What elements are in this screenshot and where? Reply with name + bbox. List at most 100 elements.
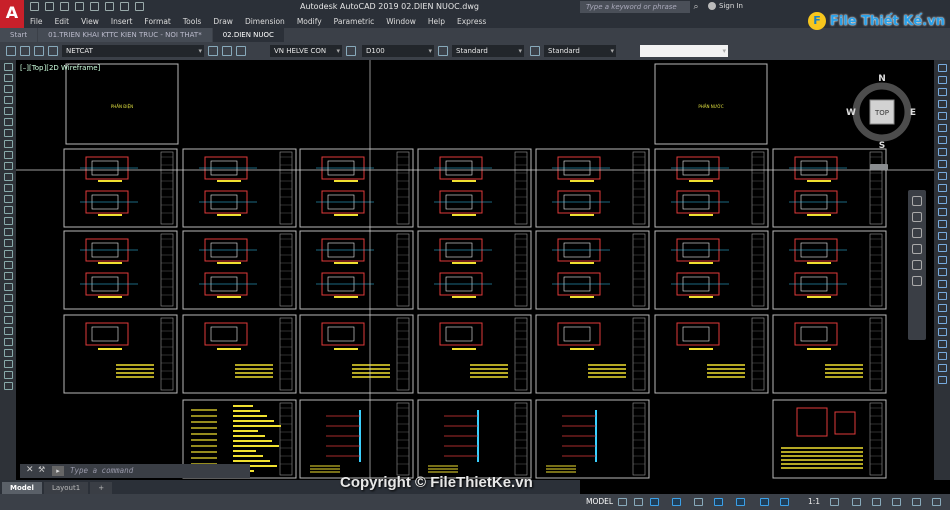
redo-icon[interactable] <box>120 2 129 11</box>
bulb-icon[interactable] <box>20 46 30 56</box>
scale-icon[interactable] <box>3 360 13 368</box>
hardware-acceleration-icon[interactable] <box>912 498 921 506</box>
line-icon[interactable] <box>3 63 13 71</box>
save-as-icon[interactable] <box>75 2 84 11</box>
menu-draw[interactable]: Draw <box>207 17 239 26</box>
layer-properties-icon[interactable] <box>6 46 16 56</box>
rotate-icon[interactable] <box>3 349 13 357</box>
layer-icon[interactable] <box>937 340 947 348</box>
search-input[interactable]: Type a keyword or phrase <box>580 1 690 13</box>
showmotion-icon[interactable] <box>912 260 922 270</box>
dimension-update-icon[interactable] <box>937 292 947 300</box>
isometric-drafting-icon[interactable] <box>694 498 703 506</box>
ordinate-dimension-icon[interactable] <box>937 100 947 108</box>
isolate-objects-icon[interactable] <box>892 498 901 506</box>
dimension-text-edit-icon[interactable] <box>937 280 947 288</box>
close-icon[interactable]: ✕ <box>26 465 34 475</box>
undo-icon[interactable] <box>105 2 114 11</box>
table-style-select[interactable]: Standard <box>452 45 524 57</box>
polar-tracking-icon[interactable] <box>672 498 681 506</box>
table-style-icon[interactable] <box>438 46 448 56</box>
layer-states-icon[interactable] <box>937 352 947 360</box>
text-style-select[interactable]: VN HELVE CON <box>270 45 342 57</box>
ellipse-icon[interactable] <box>3 162 13 170</box>
dimension-break-icon[interactable] <box>937 208 947 216</box>
menu-view[interactable]: View <box>75 17 105 26</box>
inspection-icon[interactable] <box>937 244 947 252</box>
menu-format[interactable]: Format <box>138 17 176 26</box>
construction-line-icon[interactable] <box>3 74 13 82</box>
units-icon[interactable] <box>872 498 881 506</box>
new-file-icon[interactable] <box>30 2 39 11</box>
application-menu-button[interactable]: A <box>0 0 24 28</box>
angular-dimension-icon[interactable] <box>937 148 947 156</box>
share-icon[interactable] <box>135 2 144 11</box>
save-icon[interactable] <box>60 2 69 11</box>
radius-dimension-icon[interactable] <box>937 112 947 120</box>
color-select[interactable] <box>640 45 728 57</box>
layer-walk-icon[interactable] <box>937 364 947 372</box>
mtext-icon[interactable] <box>3 261 13 269</box>
auto-scale-icon[interactable] <box>780 498 789 506</box>
model-space-toggle[interactable]: MODEL <box>586 497 613 506</box>
wrench-icon[interactable]: ⚒ <box>38 465 45 474</box>
quick-dimension-icon[interactable] <box>937 160 947 168</box>
circle-icon[interactable] <box>3 129 13 137</box>
array-icon[interactable] <box>3 327 13 335</box>
aligned-dimension-icon[interactable] <box>937 76 947 84</box>
menu-tools[interactable]: Tools <box>177 17 207 26</box>
multileader-style-icon[interactable] <box>530 46 540 56</box>
tab-dien-nuoc[interactable]: 02.DIEN NUOC <box>212 28 284 42</box>
add-layout-button[interactable]: + <box>90 482 113 494</box>
annotation-scale[interactable]: 1:1 <box>808 497 820 506</box>
tab-layout1[interactable]: Layout1 <box>43 482 89 494</box>
offset-icon[interactable] <box>3 316 13 324</box>
tab-start[interactable]: Start <box>0 28 38 42</box>
menu-parametric[interactable]: Parametric <box>328 17 381 26</box>
center-mark-icon[interactable] <box>937 232 947 240</box>
erase-icon[interactable] <box>3 283 13 291</box>
spline-icon[interactable] <box>3 151 13 159</box>
layer-isolate-icon[interactable] <box>937 376 947 384</box>
tab-trien-khai[interactable]: 01.TRIEN KHAI KTTC KIEN TRUC - NOI THAT* <box>38 28 212 42</box>
multileader-style-select[interactable]: Standard <box>544 45 616 57</box>
make-current-icon[interactable] <box>208 46 218 56</box>
mirror-icon[interactable] <box>3 305 13 313</box>
dimension-edit-icon[interactable] <box>937 268 947 276</box>
dimension-space-icon[interactable] <box>937 196 947 204</box>
menu-file[interactable]: File <box>24 17 49 26</box>
menu-window[interactable]: Window <box>380 17 422 26</box>
linear-dimension-icon[interactable] <box>937 64 947 72</box>
open-file-icon[interactable] <box>45 2 54 11</box>
command-input[interactable]: Type a command <box>70 466 133 475</box>
annotation-visibility-icon[interactable] <box>760 498 769 506</box>
ortho-icon[interactable] <box>650 498 659 506</box>
customize-icon[interactable] <box>932 498 941 506</box>
jogged-dimension-icon[interactable] <box>937 124 947 132</box>
polyline-icon[interactable] <box>3 85 13 93</box>
grid-icon[interactable] <box>618 498 627 506</box>
copy-icon[interactable] <box>3 294 13 302</box>
object-snap-icon[interactable] <box>736 498 745 506</box>
compass-north[interactable]: N <box>878 74 886 84</box>
diameter-dimension-icon[interactable] <box>937 136 947 144</box>
insert-block-icon[interactable] <box>3 184 13 192</box>
recent-commands-icon[interactable]: ▸ <box>52 466 64 476</box>
arc-icon[interactable] <box>3 118 13 126</box>
properties-icon[interactable] <box>937 316 947 324</box>
polygon-icon[interactable] <box>3 96 13 104</box>
dim-style-select[interactable]: D100 <box>362 45 434 57</box>
annotation-monitor-icon[interactable] <box>852 498 861 506</box>
navbar-menu-icon[interactable] <box>912 276 922 286</box>
workspace-gear-icon[interactable] <box>830 498 839 506</box>
print-icon[interactable] <box>90 2 99 11</box>
revision-cloud-icon[interactable] <box>3 140 13 148</box>
pan-icon[interactable] <box>912 212 922 222</box>
make-block-icon[interactable] <box>3 195 13 203</box>
search-icon[interactable]: ⌕ <box>690 1 702 13</box>
sun-icon[interactable] <box>34 46 44 56</box>
layer-select[interactable]: NETCAT <box>62 45 204 57</box>
continue-dimension-icon[interactable] <box>937 184 947 192</box>
add-selected-icon[interactable] <box>3 272 13 280</box>
text-style-icon[interactable] <box>236 46 246 56</box>
